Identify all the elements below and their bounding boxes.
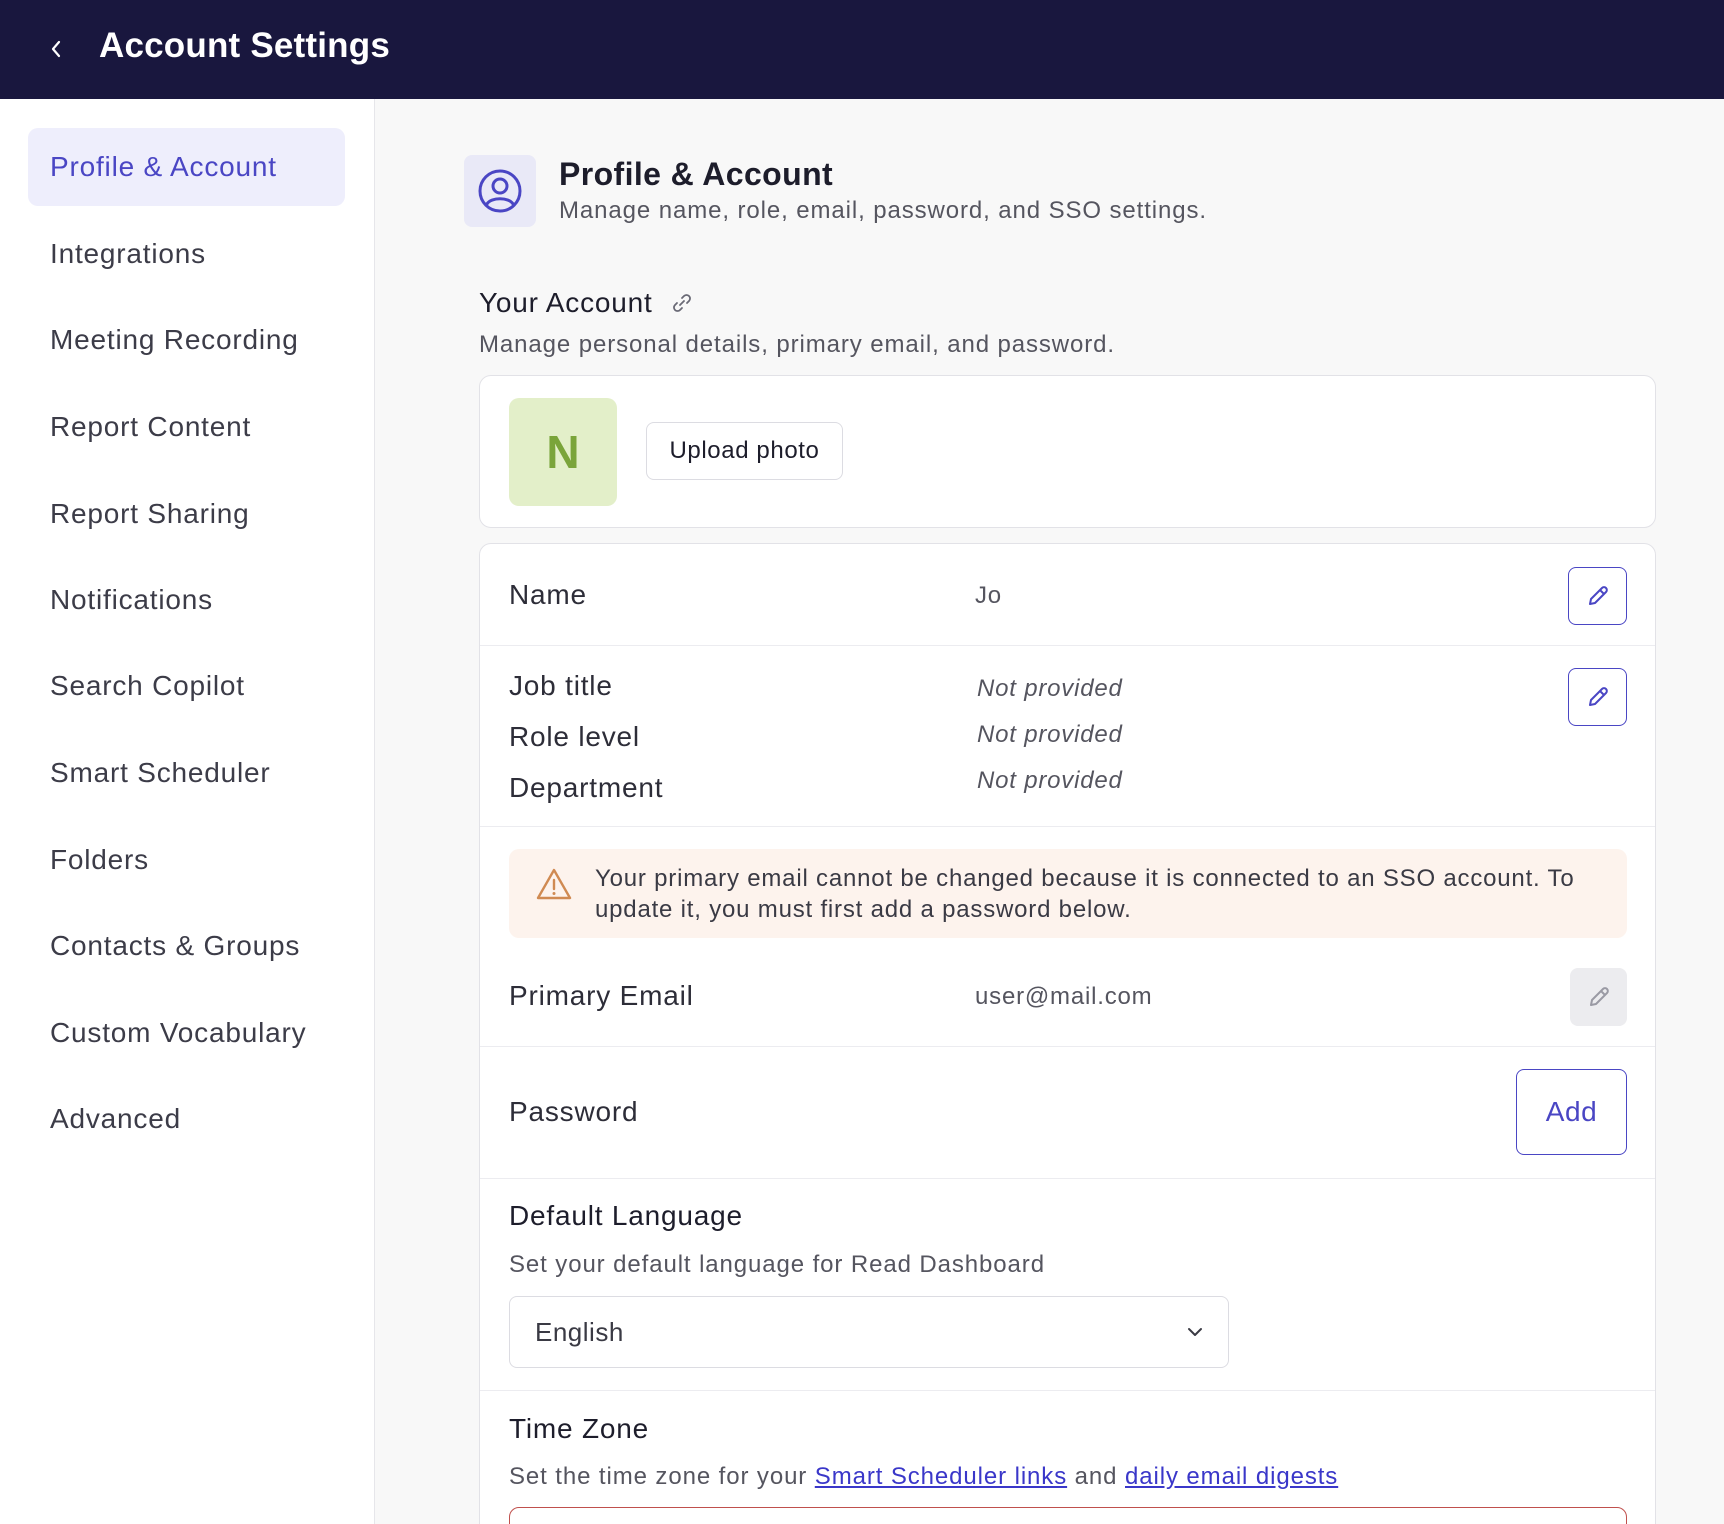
- divider: [480, 1046, 1655, 1047]
- daily-email-digests-link[interactable]: daily email digests: [1125, 1463, 1338, 1490]
- sidebar-item-advanced[interactable]: Advanced: [28, 1080, 345, 1158]
- sidebar-item-meeting-recording[interactable]: Meeting Recording: [28, 301, 345, 379]
- link-icon[interactable]: [671, 292, 693, 314]
- time-zone-description: Set the time zone for your Smart Schedul…: [509, 1463, 1338, 1491]
- time-zone-title: Time Zone: [509, 1413, 649, 1444]
- time-zone-select[interactable]: [509, 1507, 1627, 1524]
- password-label: Password: [509, 1096, 639, 1127]
- sidebar-item-report-content[interactable]: Report Content: [28, 388, 345, 466]
- pencil-icon: [1588, 687, 1608, 706]
- sidebar-item-contacts-groups[interactable]: Contacts & Groups: [28, 907, 345, 985]
- smart-scheduler-links-link[interactable]: Smart Scheduler links: [815, 1463, 1067, 1490]
- top-bar: Account Settings: [0, 0, 1724, 99]
- role-level-value: Not provided: [977, 721, 1123, 748]
- section-title: Profile & Account: [559, 156, 834, 192]
- sidebar-item-profile-account[interactable]: Profile & Account: [28, 128, 345, 206]
- primary-email-value: user@mail.com: [975, 983, 1153, 1010]
- language-select-value: English: [535, 1317, 624, 1347]
- account-fields-card: Name Jo Job title Not provided Role leve…: [479, 543, 1656, 1524]
- primary-email-label: Primary Email: [509, 980, 694, 1011]
- role-level-label: Role level: [509, 721, 640, 752]
- your-account-title: Your Account: [479, 287, 653, 318]
- section-icon-box: [464, 155, 536, 227]
- warning-triangle-icon: [536, 868, 572, 900]
- edit-email-button: [1570, 968, 1627, 1026]
- name-value: Jo: [975, 582, 1002, 609]
- your-account-description: Manage personal details, primary email, …: [479, 331, 1115, 358]
- pencil-icon: [1589, 987, 1609, 1006]
- sidebar: Profile & Account Integrations Meeting R…: [0, 99, 375, 1524]
- sidebar-item-smart-scheduler[interactable]: Smart Scheduler: [28, 734, 345, 812]
- sso-warning-text: Your primary email cannot be changed bec…: [595, 865, 1575, 923]
- job-title-label: Job title: [509, 670, 613, 701]
- sidebar-item-folders[interactable]: Folders: [28, 821, 345, 899]
- upload-photo-button[interactable]: Upload photo: [646, 422, 843, 480]
- add-password-button[interactable]: Add: [1516, 1069, 1627, 1155]
- section-description: Manage name, role, email, password, and …: [559, 197, 1208, 224]
- default-language-description: Set your default language for Read Dashb…: [509, 1251, 1045, 1278]
- edit-name-button[interactable]: [1568, 567, 1627, 625]
- sidebar-item-integrations[interactable]: Integrations: [28, 215, 345, 293]
- user-circle-icon: [478, 169, 522, 213]
- name-label: Name: [509, 579, 587, 610]
- back-button[interactable]: [38, 28, 74, 70]
- sidebar-item-custom-vocabulary[interactable]: Custom Vocabulary: [28, 994, 345, 1072]
- avatar: N: [509, 398, 617, 506]
- department-label: Department: [509, 772, 664, 803]
- sidebar-item-search-copilot[interactable]: Search Copilot: [28, 647, 345, 725]
- divider: [480, 1390, 1655, 1391]
- sidebar-item-report-sharing[interactable]: Report Sharing: [28, 475, 345, 553]
- sso-warning-banner: Your primary email cannot be changed bec…: [509, 849, 1627, 938]
- language-select[interactable]: English: [509, 1296, 1229, 1368]
- job-title-value: Not provided: [977, 675, 1123, 702]
- divider: [480, 645, 1655, 646]
- time-zone-desc-prefix: Set the time zone for your: [509, 1463, 815, 1490]
- sidebar-item-notifications[interactable]: Notifications: [28, 561, 345, 639]
- edit-role-button[interactable]: [1568, 668, 1627, 726]
- chevron-left-icon: [51, 40, 61, 58]
- department-value: Not provided: [977, 767, 1123, 794]
- time-zone-desc-mid: and: [1067, 1463, 1125, 1490]
- page-title: Account Settings: [99, 26, 390, 65]
- photo-card: N Upload photo: [479, 375, 1656, 528]
- chevron-down-icon: [1188, 1328, 1202, 1336]
- default-language-title: Default Language: [509, 1200, 743, 1231]
- pencil-icon: [1588, 586, 1608, 605]
- divider: [480, 826, 1655, 827]
- your-account-heading: Your Account: [479, 287, 693, 319]
- divider: [480, 1178, 1655, 1179]
